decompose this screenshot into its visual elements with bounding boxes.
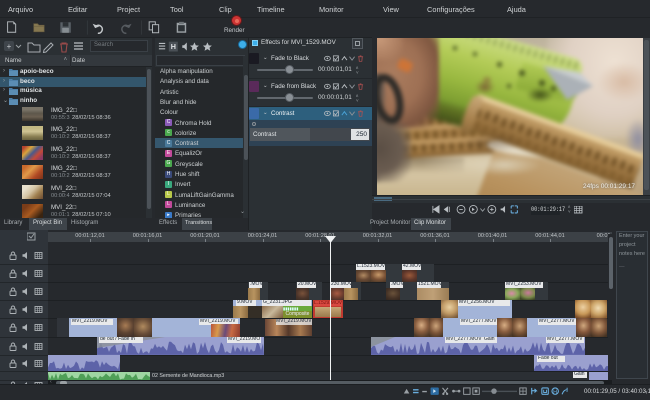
svg-text:H: H: [553, 389, 557, 395]
svg-text:+: +: [7, 42, 12, 51]
svg-text:H: H: [171, 42, 176, 51]
